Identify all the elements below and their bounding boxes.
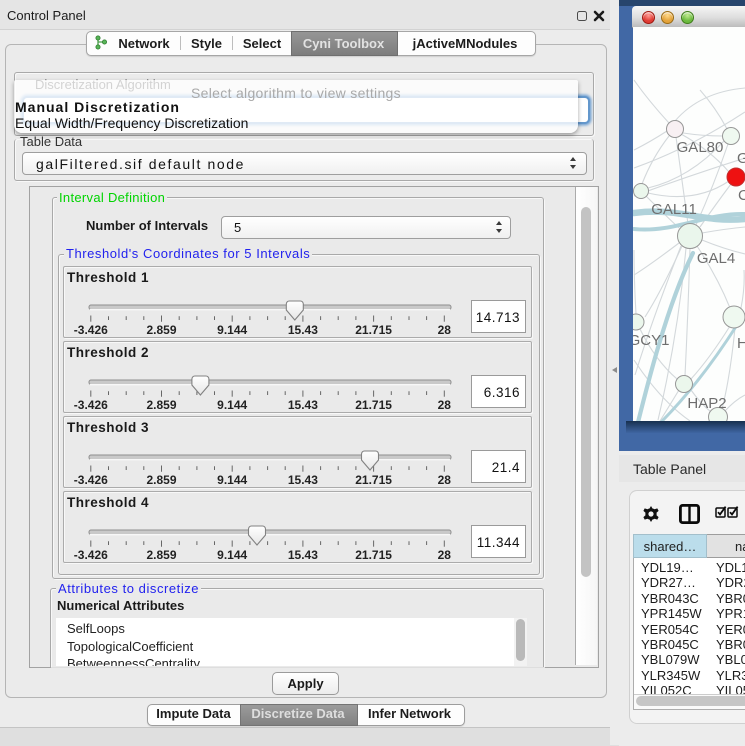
- svg-text:21.715: 21.715: [355, 323, 392, 337]
- svg-text:28: 28: [438, 548, 452, 562]
- svg-text:GCY1: GCY1: [633, 332, 669, 349]
- svg-text:HIS4: HIS4: [737, 335, 745, 352]
- svg-text:GAL4: GAL4: [697, 250, 735, 267]
- svg-text:HAP2: HAP2: [687, 395, 726, 412]
- svg-text:21.715: 21.715: [355, 398, 392, 412]
- svg-text:28: 28: [438, 398, 452, 412]
- svg-text:15.43: 15.43: [288, 548, 318, 562]
- svg-text:15.43: 15.43: [288, 473, 318, 487]
- svg-text:2.859: 2.859: [146, 323, 176, 337]
- svg-text:2.859: 2.859: [146, 398, 176, 412]
- svg-text:9.144: 9.144: [217, 323, 247, 337]
- svg-text:21.715: 21.715: [355, 473, 392, 487]
- svg-text:9.144: 9.144: [217, 473, 247, 487]
- svg-text:28: 28: [438, 323, 452, 337]
- svg-text:-3.426: -3.426: [74, 398, 108, 412]
- svg-text:GAL80: GAL80: [677, 139, 724, 156]
- svg-text:-3.426: -3.426: [74, 548, 108, 562]
- svg-text:21.715: 21.715: [355, 548, 392, 562]
- svg-text:15.43: 15.43: [288, 398, 318, 412]
- svg-text:GAL3: GAL3: [737, 150, 745, 167]
- svg-text:2.859: 2.859: [146, 548, 176, 562]
- svg-text:GAL11: GAL11: [651, 201, 697, 218]
- svg-text:9.144: 9.144: [217, 398, 247, 412]
- svg-text:28: 28: [438, 473, 452, 487]
- svg-text:CDC1: CDC1: [738, 187, 745, 204]
- svg-text:9.144: 9.144: [217, 548, 247, 562]
- svg-text:2.859: 2.859: [146, 473, 176, 487]
- svg-text:-3.426: -3.426: [74, 473, 108, 487]
- svg-text:-3.426: -3.426: [74, 323, 108, 337]
- svg-text:15.43: 15.43: [288, 323, 318, 337]
